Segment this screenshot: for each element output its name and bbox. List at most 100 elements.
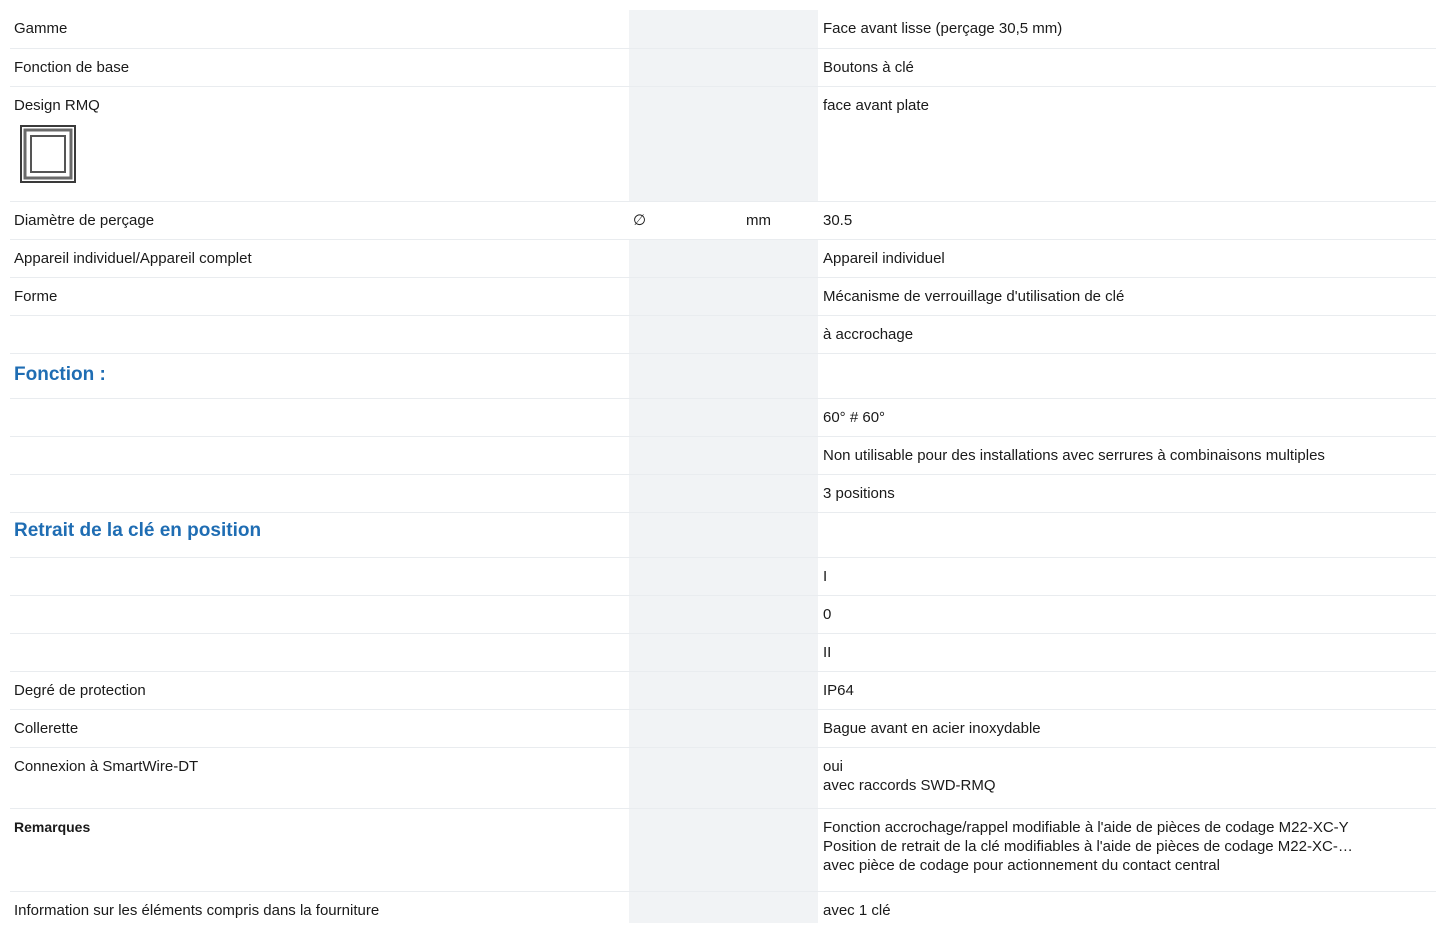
spec-row-retrait-2: 0 [10,595,1436,634]
empty-label-cell [10,557,629,596]
row-value: face avant plate [818,86,1436,202]
shaded-cell [742,353,818,399]
spec-row-forme-cont: à accrochage [10,315,1436,354]
spec-row-diametre: Diamètre de perçage ∅ mm 30.5 [10,201,1436,240]
section-title: Retrait de la clé en position [10,512,629,558]
shaded-cell [742,474,818,513]
empty-label-cell [10,474,629,513]
spec-row-appareil: Appareil individuel/Appareil complet App… [10,239,1436,278]
value-line: Position de retrait de la clé modifiable… [823,837,1353,855]
row-value: 30.5 [818,201,1436,240]
shaded-cell [629,808,742,892]
spec-row-protection: Degré de protection IP64 [10,671,1436,710]
value-line: avec pièce de codage pour actionnement d… [823,856,1220,874]
row-value: Boutons à clé [818,48,1436,87]
shaded-cell [742,512,818,558]
spec-row-collerette: Collerette Bague avant en acier inoxydab… [10,709,1436,748]
spec-row-forme: Forme Mécanisme de verrouillage d'utilis… [10,277,1436,316]
spec-row-design-rmq: Design RMQ face avant plate [10,86,1436,202]
shaded-cell [742,595,818,634]
spec-row-fonction-2: Non utilisable pour des installations av… [10,436,1436,475]
row-label [10,315,629,354]
row-unit [742,48,818,87]
shaded-cell [629,671,742,710]
row-symbol [629,10,742,49]
shaded-cell [629,595,742,634]
row-value: II [818,633,1436,672]
row-value: 3 positions [818,474,1436,513]
row-value: I [818,557,1436,596]
shaded-cell [629,709,742,748]
row-unit [742,315,818,354]
shaded-cell [629,747,742,809]
row-symbol [629,86,742,202]
row-symbol [629,48,742,87]
row-label: Fonction de base [10,48,629,87]
row-symbol [629,277,742,316]
spec-row-remarques: Remarques Fonction accrochage/rappel mod… [10,808,1436,892]
section-header-fonction: Fonction : [10,353,1436,399]
row-value: Non utilisable pour des installations av… [818,436,1436,475]
shaded-cell [629,353,742,399]
empty-label-cell [10,633,629,672]
spec-table: Gamme Face avant lisse (perçage 30,5 mm)… [10,10,1436,923]
shaded-cell [742,671,818,710]
row-value: Face avant lisse (perçage 30,5 mm) [818,10,1436,49]
value-line: oui [823,757,844,775]
spec-row-fonction-1: 60° # 60° [10,398,1436,437]
row-value: Bague avant en acier inoxydable [818,709,1436,748]
row-value: Mécanisme de verrouillage d'utilisation … [818,277,1436,316]
shaded-cell [629,474,742,513]
empty-value-cell [818,512,1436,558]
row-label: Forme [10,277,629,316]
row-unit [742,277,818,316]
row-label: Remarques [10,808,629,892]
row-label: Information sur les éléments compris dan… [14,901,380,919]
spec-row-retrait-3: II [10,633,1436,672]
empty-label-cell [10,398,629,437]
spec-row-fourniture: Information sur les éléments compris dan… [10,891,1436,923]
row-label: Gamme [10,10,629,49]
shaded-cell [629,398,742,437]
row-value: Fonction accrochage/rappel modifiable à … [818,808,1436,892]
row-unit: mm [742,201,818,240]
spec-row-smartwire: Connexion à SmartWire-DT oui avec raccor… [10,747,1436,809]
row-value: oui avec raccords SWD-RMQ [818,747,1436,809]
row-label-cell: Design RMQ [10,86,629,202]
spec-row-fonction-3: 3 positions [10,474,1436,513]
row-label: Connexion à SmartWire-DT [10,747,629,809]
flat-front-square-icon [20,124,76,183]
shaded-cell [742,709,818,748]
diameter-symbol: ∅ [629,201,742,240]
row-unit [742,239,818,278]
row-label: Appareil individuel/Appareil complet [10,239,629,278]
row-value: 60° # 60° [818,398,1436,437]
shaded-cell [629,436,742,475]
shaded-cell [742,808,818,892]
empty-value-cell [818,353,1436,399]
row-label: Diamètre de perçage [10,201,629,240]
spec-row-gamme: Gamme Face avant lisse (perçage 30,5 mm) [10,10,1436,49]
shaded-cell [742,747,818,809]
row-value: avec 1 clé [823,901,891,919]
shaded-cell [742,891,818,923]
shaded-cell [742,436,818,475]
section-title: Fonction : [10,353,629,399]
row-unit [742,86,818,202]
row-label: Collerette [10,709,629,748]
shaded-cell [742,398,818,437]
row-symbol [629,315,742,354]
shaded-cell [742,557,818,596]
section-header-retrait: Retrait de la clé en position [10,512,1436,558]
row-value: IP64 [818,671,1436,710]
spec-row-retrait-1: I [10,557,1436,596]
value-line: avec raccords SWD-RMQ [823,776,996,794]
row-unit [742,10,818,49]
row-symbol [629,239,742,278]
shaded-cell [742,633,818,672]
row-value: 0 [818,595,1436,634]
shaded-cell [629,557,742,596]
value-line: Fonction accrochage/rappel modifiable à … [823,818,1349,836]
shaded-cell [629,891,742,923]
row-value: Appareil individuel [818,239,1436,278]
